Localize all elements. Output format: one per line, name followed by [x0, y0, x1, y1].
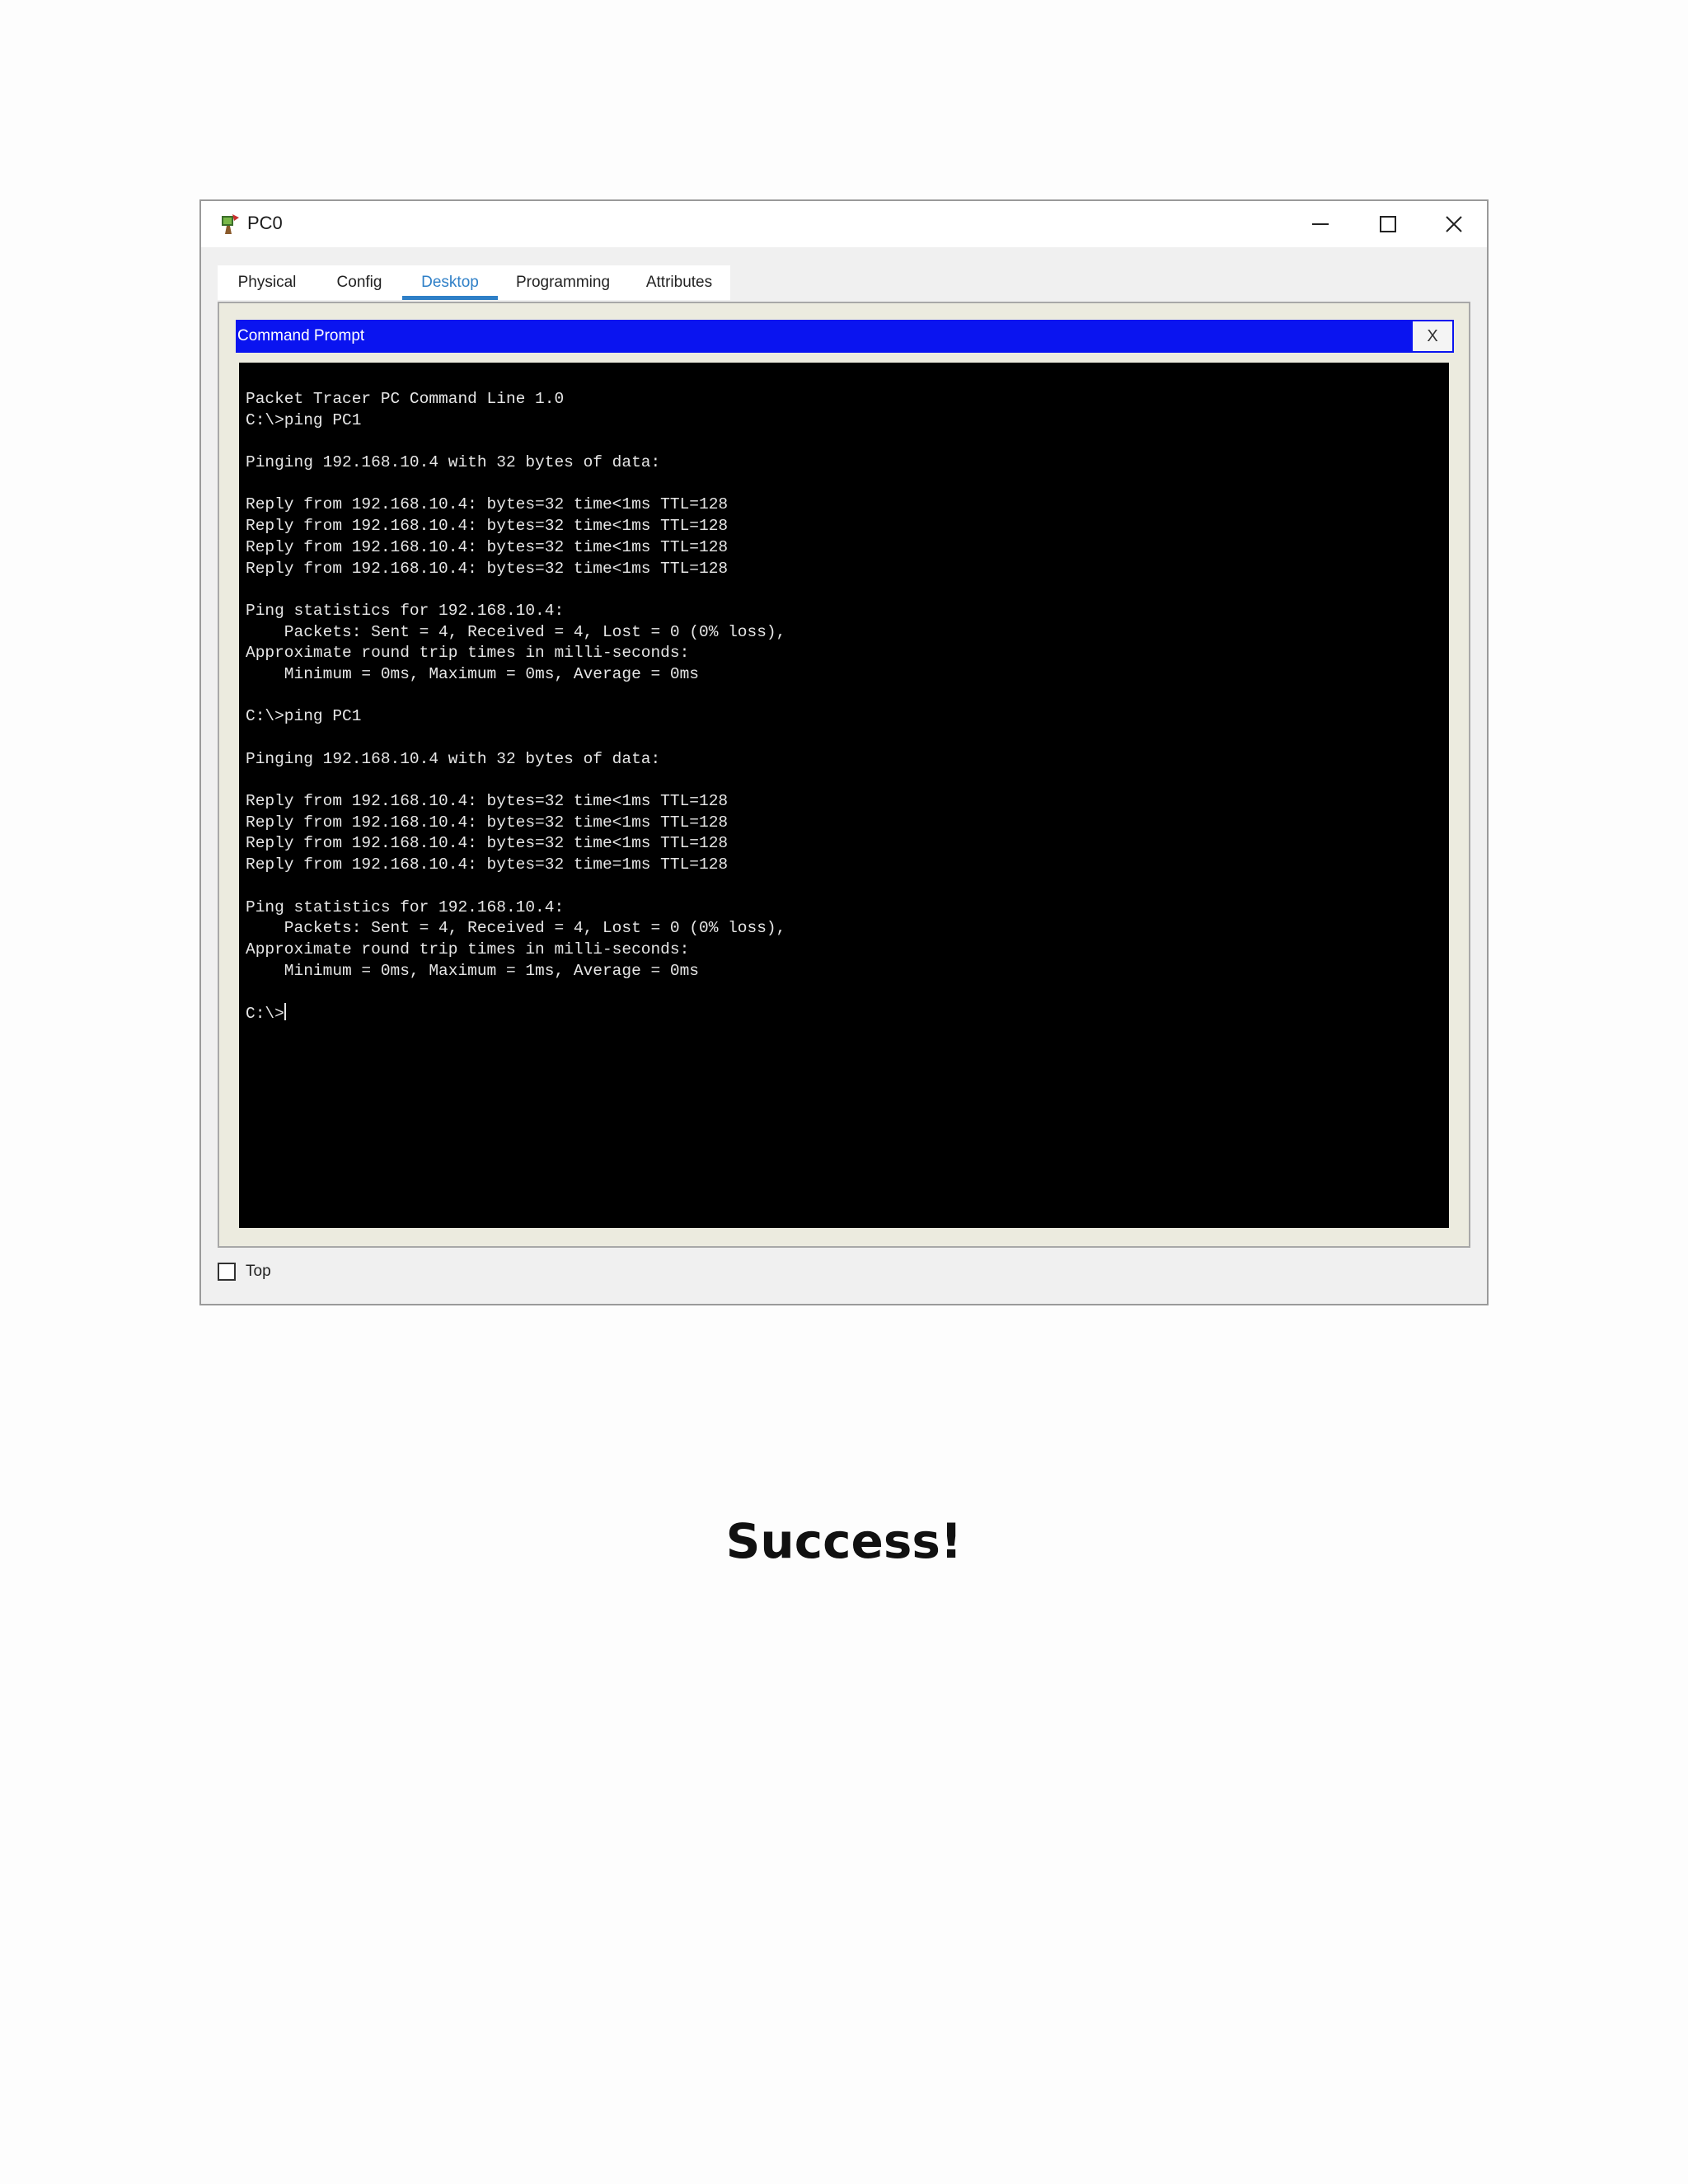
- terminal-line: Pinging 192.168.10.4 with 32 bytes of da…: [246, 749, 661, 768]
- terminal-line: Reply from 192.168.10.4: bytes=32 time<1…: [246, 537, 729, 556]
- close-icon[interactable]: [1421, 201, 1487, 247]
- terminal-prompt: C:\>: [246, 1004, 284, 1023]
- terminal-line: Minimum = 0ms, Maximum = 0ms, Average = …: [246, 664, 699, 683]
- window-title: PC0: [247, 213, 283, 233]
- terminal-line: C:\>ping PC1: [246, 410, 362, 429]
- desktop-panel: Command Prompt X Packet Tracer PC Comman…: [218, 302, 1470, 1248]
- terminal-output[interactable]: Packet Tracer PC Command Line 1.0 C:\>pin…: [239, 363, 1449, 1228]
- terminal-line: Ping statistics for 192.168.10.4:: [246, 898, 565, 916]
- packet-tracer-pc-icon: [219, 213, 241, 236]
- terminal-line: Packets: Sent = 4, Received = 4, Lost = …: [246, 919, 786, 938]
- tab-desktop[interactable]: Desktop: [402, 265, 498, 300]
- terminal-prompt-line[interactable]: C:\>: [246, 1002, 1449, 1024]
- window-titlebar[interactable]: PC0: [201, 201, 1487, 247]
- terminal-line: Reply from 192.168.10.4: bytes=32 time<1…: [246, 792, 729, 811]
- terminal-line: Packet Tracer PC Command Line 1.0: [246, 390, 565, 408]
- terminal-line: Reply from 192.168.10.4: bytes=32 time<1…: [246, 559, 729, 578]
- tab-attributes[interactable]: Attributes: [628, 265, 730, 300]
- tab-bar: Physical Config Desktop Programming Attr…: [218, 265, 730, 300]
- text-cursor: [284, 1002, 286, 1020]
- terminal-line: Ping statistics for 192.168.10.4:: [246, 601, 565, 620]
- top-checkbox-label: Top: [246, 1263, 271, 1280]
- command-prompt-close-button[interactable]: X: [1411, 320, 1454, 353]
- tab-programming[interactable]: Programming: [498, 265, 628, 300]
- terminal-line: Minimum = 0ms, Maximum = 1ms, Average = …: [246, 961, 699, 980]
- terminal-line: Approximate round trip times in milli-se…: [246, 644, 690, 663]
- terminal-line: Packets: Sent = 4, Received = 4, Lost = …: [246, 622, 786, 641]
- terminal-line: Reply from 192.168.10.4: bytes=32 time<1…: [246, 517, 729, 536]
- pc0-window: PC0 Physical Config Desktop Programming …: [199, 199, 1489, 1305]
- tab-config[interactable]: Config: [316, 265, 402, 300]
- success-caption: Success!: [725, 1513, 963, 1569]
- terminal-line: Pinging 192.168.10.4 with 32 bytes of da…: [246, 453, 661, 472]
- terminal-line: Reply from 192.168.10.4: bytes=32 time=1…: [246, 855, 729, 874]
- terminal-line: C:\>ping PC1: [246, 707, 362, 726]
- terminal-line: Reply from 192.168.10.4: bytes=32 time<1…: [246, 834, 729, 853]
- terminal-line: Approximate round trip times in milli-se…: [246, 940, 690, 958]
- terminal-line: Reply from 192.168.10.4: bytes=32 time<1…: [246, 495, 729, 514]
- tab-physical[interactable]: Physical: [218, 265, 316, 300]
- minimize-icon[interactable]: [1287, 201, 1353, 247]
- top-checkbox[interactable]: [218, 1263, 236, 1281]
- terminal-line: Reply from 192.168.10.4: bytes=32 time<1…: [246, 813, 729, 832]
- maximize-icon[interactable]: [1355, 201, 1421, 247]
- command-prompt-title: Command Prompt: [236, 320, 1411, 353]
